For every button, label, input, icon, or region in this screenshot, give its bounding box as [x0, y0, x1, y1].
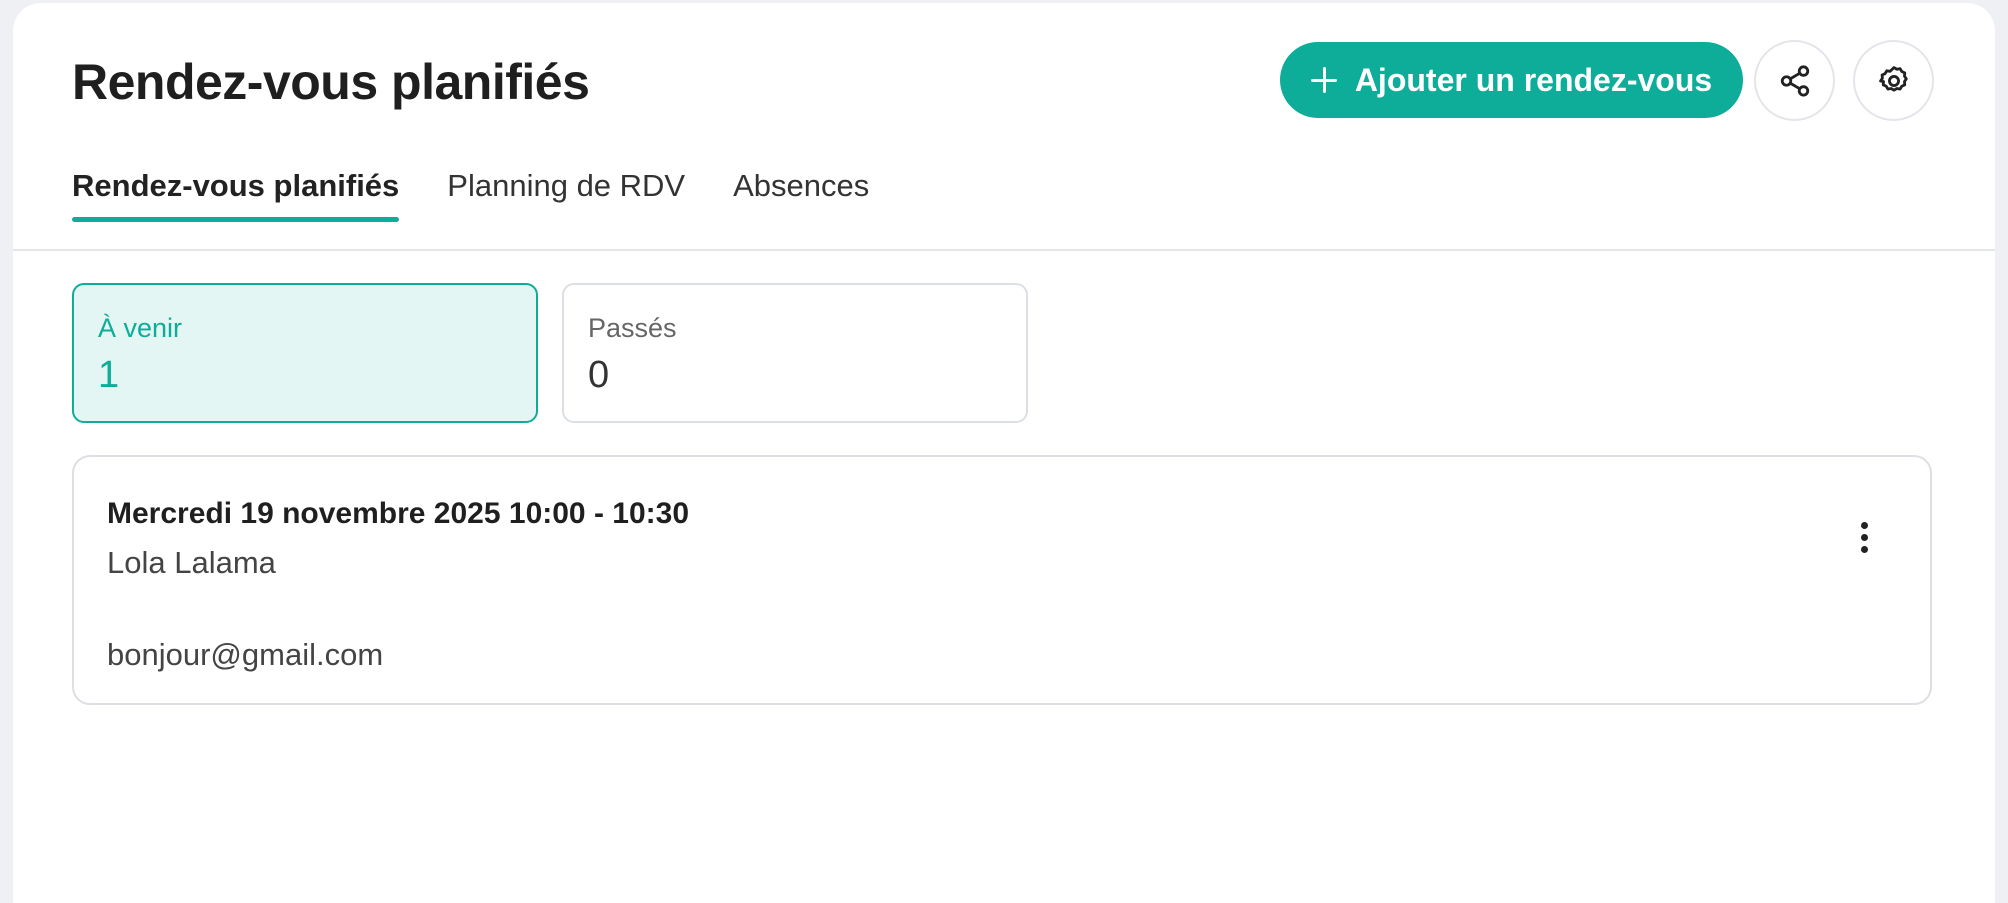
add-appointment-label: Ajouter un rendez-vous	[1354, 61, 1713, 98]
upcoming-filter-card[interactable]: À venir 1	[72, 283, 538, 423]
gear-icon	[1878, 65, 1908, 92]
tab-appointment-schedule[interactable]: Planning de RDV	[447, 168, 685, 222]
add-appointment-button[interactable]: Ajouter un rendez-vous	[1280, 42, 1743, 118]
appointment-card[interactable]: Mercredi 19 novembre 2025 10:00 - 10:30 …	[72, 455, 1932, 705]
tab-bar: Rendez-vous planifiés Planning de RDV Ab…	[72, 168, 869, 222]
past-count: 0	[588, 354, 610, 396]
past-filter-card[interactable]: Passés 0	[562, 283, 1028, 423]
tab-absences[interactable]: Absences	[733, 168, 869, 222]
appointment-datetime: Mercredi 19 novembre 2025 10:00 - 10:30	[107, 497, 689, 530]
main-panel: Rendez-vous planifiés Ajouter un rendez-…	[13, 3, 1995, 903]
share-icon	[1780, 64, 1809, 97]
appointment-client-email: bonjour@gmail.com	[107, 637, 384, 672]
share-button[interactable]	[1754, 40, 1835, 121]
settings-button[interactable]	[1853, 40, 1934, 121]
tab-scheduled-appointments[interactable]: Rendez-vous planifiés	[72, 168, 400, 222]
upcoming-count: 1	[98, 354, 120, 396]
upcoming-label: À venir	[98, 313, 183, 343]
past-label: Passés	[588, 313, 677, 343]
more-vertical-icon	[1860, 521, 1868, 529]
plus-icon	[1310, 67, 1337, 93]
page-header: Rendez-vous planifiés Ajouter un rendez-…	[13, 3, 1995, 251]
page-title: Rendez-vous planifiés	[72, 54, 590, 110]
appointment-client-name: Lola Lalama	[107, 545, 276, 580]
more-options-button[interactable]	[1844, 512, 1884, 562]
